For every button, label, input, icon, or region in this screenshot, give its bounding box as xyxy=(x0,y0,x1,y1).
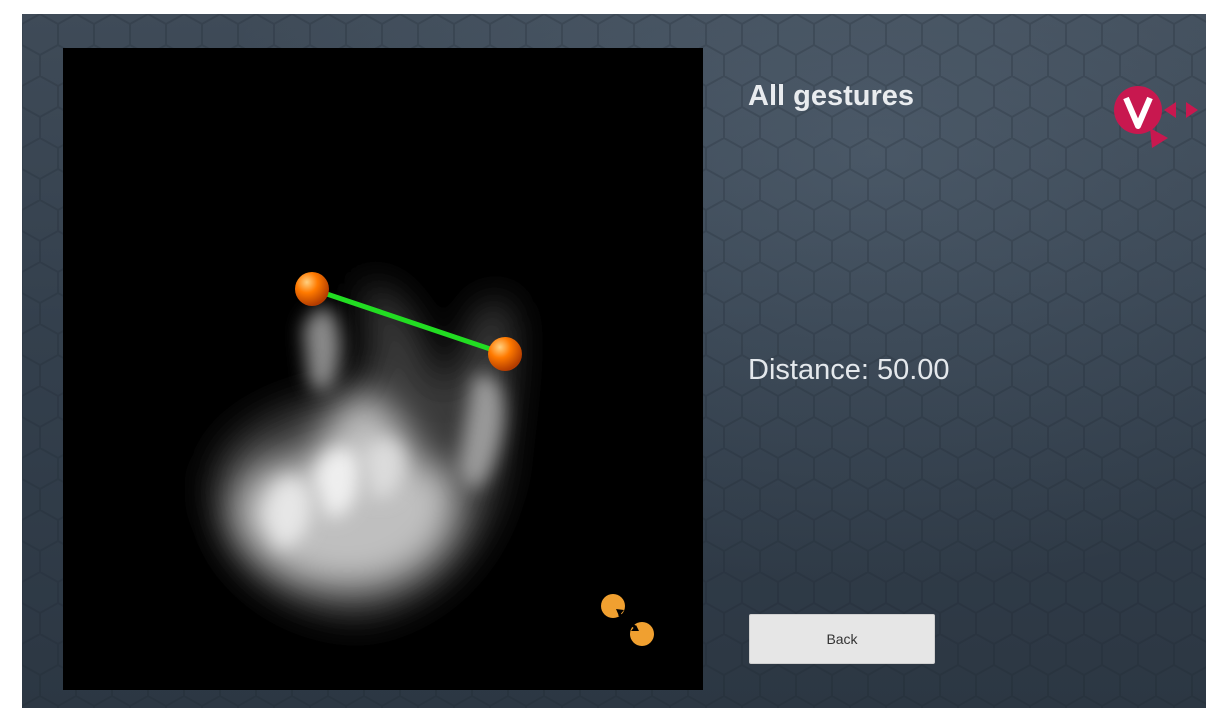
hand-tracking-visualization xyxy=(213,272,654,646)
back-button[interactable]: Back xyxy=(749,614,935,664)
page-title: All gestures xyxy=(748,80,914,112)
camera-feed-view xyxy=(63,48,703,690)
tracking-point-left xyxy=(295,272,329,306)
brand-logo-icon xyxy=(1114,86,1198,148)
tracking-point-right xyxy=(488,337,522,371)
distance-readout: Distance: 50.00 xyxy=(748,354,950,386)
hand-silhouette xyxy=(213,283,514,618)
pinch-distance-gesture-icon xyxy=(601,594,654,646)
app-window: All gestures Distance: 50.00 Back xyxy=(22,14,1206,708)
